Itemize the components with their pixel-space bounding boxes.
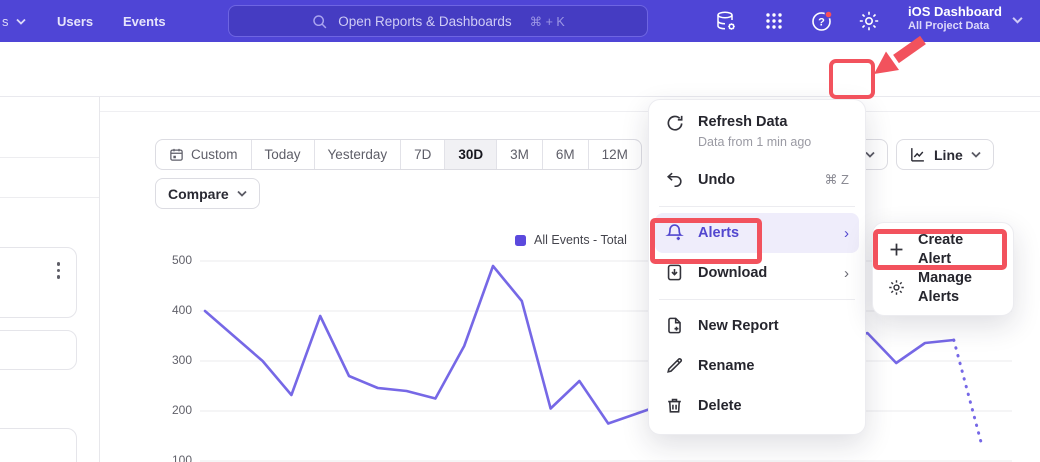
date-range-30d-selected[interactable]: 30D	[445, 140, 497, 169]
download-icon	[665, 263, 685, 283]
date-range-label: Custom	[191, 147, 238, 162]
menu-item-sublabel: Data from 1 min ago	[698, 135, 811, 149]
nav-item-events[interactable]: Events	[123, 14, 166, 29]
menu-item-shortcut: ⌘ Z	[824, 172, 849, 188]
sidebar-card[interactable]	[0, 330, 77, 370]
date-range-label: Today	[265, 147, 301, 162]
nav-item-truncated-label: s	[2, 14, 9, 29]
submenu-caret-icon: ›	[844, 265, 849, 282]
menu-divider	[659, 299, 855, 300]
alert-bell-plus-icon	[665, 223, 685, 243]
menu-divider	[659, 206, 855, 207]
compare-label: Compare	[168, 186, 229, 202]
chevron-down-icon	[237, 190, 247, 197]
new-report-icon	[665, 316, 685, 336]
date-range-7d[interactable]: 7D	[401, 140, 445, 169]
pencil-icon	[665, 356, 685, 376]
menu-item-label: Undo	[698, 171, 735, 190]
project-name: iOS Dashboard	[908, 4, 1002, 20]
calendar-icon	[169, 147, 184, 162]
date-range-label: 6M	[556, 147, 575, 162]
apps-grid-icon[interactable]	[762, 9, 786, 33]
sidebar-card[interactable]	[0, 428, 77, 462]
date-range-custom[interactable]: Custom	[156, 140, 252, 169]
chart-type-dropdown[interactable]: Line	[896, 139, 994, 170]
date-range-label: 12M	[602, 147, 628, 162]
search-shortcut: ⌘ + K	[530, 14, 565, 29]
chart-legend: All Events - Total	[515, 233, 627, 247]
menu-item-undo[interactable]: Undo ⌘ Z	[655, 160, 859, 200]
date-range-6m[interactable]: 6M	[543, 140, 589, 169]
top-navigation-bar: s Users Events Open Reports & Dashboards…	[0, 0, 1040, 42]
date-range-12m[interactable]: 12M	[589, 140, 641, 169]
search-placeholder: Open Reports & Dashboards	[338, 14, 511, 29]
nav-item-users[interactable]: Users	[57, 14, 93, 29]
nav-item-truncated[interactable]: s	[2, 14, 26, 29]
date-range-label: 7D	[414, 147, 431, 162]
menu-item-label: Delete	[698, 397, 742, 416]
help-icon[interactable]: ?	[810, 9, 834, 33]
date-range-yesterday[interactable]: Yesterday	[315, 140, 402, 169]
menu-item-label: Rename	[698, 357, 754, 376]
refresh-icon	[665, 113, 685, 133]
chevron-down-icon	[971, 151, 981, 158]
submenu-item-label: Create Alert	[918, 231, 999, 269]
submenu-item-create-alert[interactable]: Create Alert	[879, 231, 1007, 269]
more-options-menu: Refresh Data Data from 1 min ago Undo ⌘ …	[648, 99, 866, 435]
notification-dot	[825, 11, 832, 18]
left-sidebar	[0, 97, 100, 462]
date-range-label: 30D	[458, 147, 483, 162]
sidebar-card[interactable]	[0, 247, 77, 318]
svg-text:?: ?	[818, 17, 825, 29]
settings-gear-icon[interactable]	[857, 9, 881, 33]
menu-item-delete[interactable]: Delete	[655, 386, 859, 426]
submenu-caret-icon: ›	[844, 225, 849, 242]
data-management-icon[interactable]	[714, 9, 738, 33]
trash-icon	[665, 396, 685, 416]
chevron-down-icon	[865, 151, 875, 158]
sidebar-divider	[0, 157, 99, 158]
chevron-down-icon	[16, 18, 26, 25]
menu-item-download[interactable]: Download ›	[655, 253, 859, 293]
alerts-submenu: Create Alert Manage Alerts	[872, 222, 1014, 316]
legend-swatch	[515, 235, 526, 246]
project-scope: All Project Data	[908, 20, 1002, 34]
legend-label: All Events - Total	[534, 233, 627, 247]
menu-item-refresh-data[interactable]: Refresh Data Data from 1 min ago	[655, 108, 859, 160]
project-switcher[interactable]: iOS Dashboard All Project Data	[908, 4, 1002, 34]
chart-type-label: Line	[934, 147, 963, 163]
menu-item-rename[interactable]: Rename	[655, 346, 859, 386]
app-window: 100200300400500 All Events - Total Custo…	[0, 0, 1040, 462]
kebab-menu-icon[interactable]	[57, 262, 61, 279]
date-range-label: 3M	[510, 147, 529, 162]
date-range-segmented-control: Custom Today Yesterday 7D 30D 3M 6M 12M	[155, 139, 642, 170]
submenu-item-manage-alerts[interactable]: Manage Alerts	[879, 269, 1007, 307]
date-range-label: Yesterday	[328, 147, 388, 162]
search-icon	[311, 13, 328, 30]
menu-item-alerts[interactable]: Alerts ›	[655, 213, 859, 253]
gear-icon	[887, 278, 907, 298]
undo-icon	[665, 170, 685, 190]
menu-item-label: Alerts	[698, 224, 739, 243]
menu-item-label: Refresh Data	[698, 113, 811, 132]
compare-dropdown[interactable]: Compare	[155, 178, 260, 209]
plus-icon	[887, 240, 907, 260]
menu-item-label: Download	[698, 264, 767, 283]
menu-item-new-report[interactable]: New Report	[655, 306, 859, 346]
date-range-3m[interactable]: 3M	[497, 140, 543, 169]
menu-item-label: New Report	[698, 317, 779, 336]
sidebar-divider	[0, 197, 99, 198]
chevron-down-icon[interactable]	[1012, 16, 1023, 24]
date-range-today[interactable]: Today	[252, 140, 315, 169]
search-input[interactable]: Open Reports & Dashboards ⌘ + K	[228, 5, 648, 37]
report-header	[0, 42, 1040, 97]
submenu-item-label: Manage Alerts	[918, 269, 999, 307]
line-chart-icon	[909, 146, 926, 163]
